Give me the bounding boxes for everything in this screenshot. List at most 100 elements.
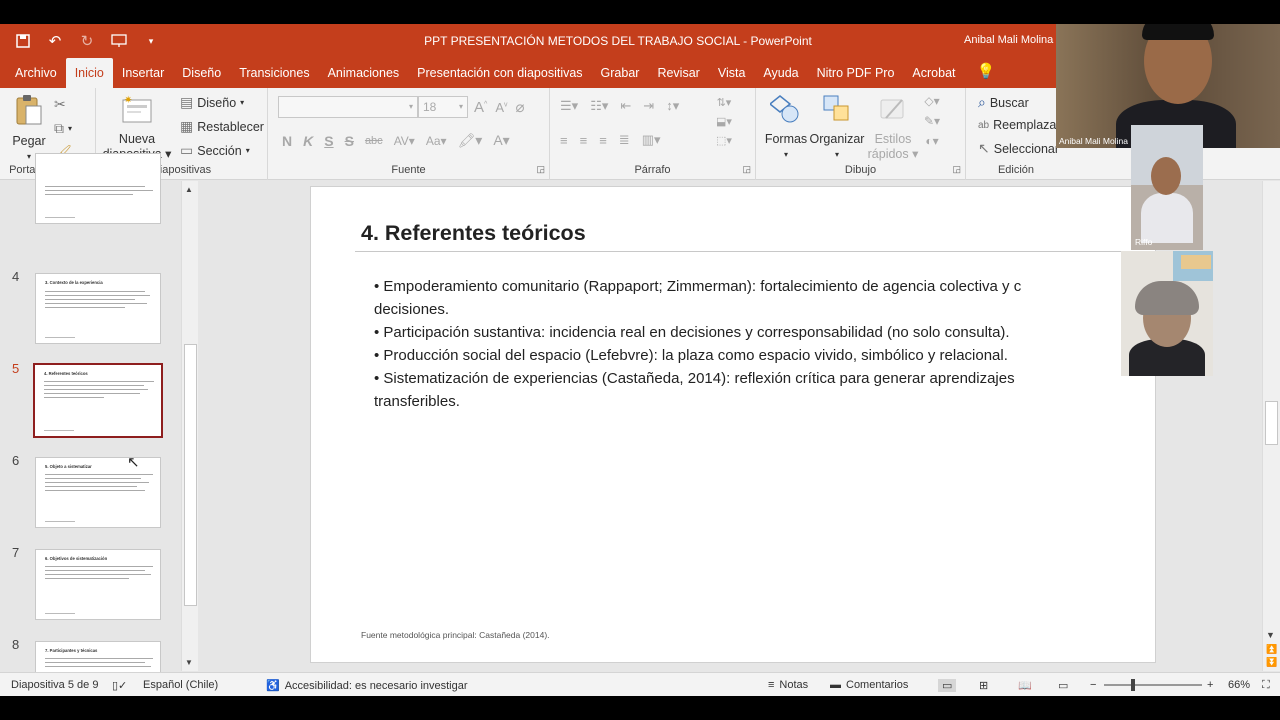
account-name[interactable]: Anibal Mali Molina xyxy=(964,34,1053,46)
comments-button[interactable]: ▬ Comentarios xyxy=(830,679,908,691)
find-button[interactable]: ⌕ Buscar xyxy=(978,94,1029,111)
slide-thumbnail-4[interactable]: 3. Contexto de la experiencia xyxy=(35,273,161,344)
spellcheck-icon[interactable]: ▯✓ xyxy=(112,679,127,692)
current-slide[interactable]: 4. Referentes teóricos • Empoderamiento … xyxy=(310,186,1156,663)
edicion-label: Edición xyxy=(997,164,1035,176)
slide-body-text[interactable]: • Empoderamiento comunitario (Rappaport;… xyxy=(374,275,1155,413)
slide-thumbnail-5-selected[interactable]: 4. Referentes teóricos xyxy=(33,363,163,438)
reset-button[interactable]: ▦ Restablecer xyxy=(180,118,264,135)
smartart-icon[interactable]: ⬚▾ xyxy=(716,134,732,147)
columns-icon[interactable]: ▥▾ xyxy=(642,132,661,148)
tab-archivo[interactable]: Archivo xyxy=(6,58,66,88)
shape-outline-icon[interactable]: ✎▾ xyxy=(924,114,940,128)
bold-icon[interactable]: N xyxy=(282,133,292,149)
section-button[interactable]: ▭ Sección ▾ xyxy=(180,142,250,159)
increase-indent-icon[interactable]: ⇥ xyxy=(643,98,654,114)
thumbnail-scrollbar[interactable]: ▲ ▼ xyxy=(181,181,198,671)
new-slide-button[interactable]: ✷ Nueva diapositiva ▾ xyxy=(102,94,172,162)
slide-thumbnail-7[interactable]: 6. Objetivos de sistematización xyxy=(35,549,161,620)
arrange-button[interactable]: Organizar ▾ xyxy=(808,94,866,162)
lightbulb-icon[interactable]: 💡 xyxy=(965,58,996,88)
scroll-up-icon[interactable]: ▲ xyxy=(185,185,193,194)
tab-nitro[interactable]: Nitro PDF Pro xyxy=(808,58,904,88)
previous-slide-icon[interactable]: ⏫ xyxy=(1266,644,1277,655)
zoom-level[interactable]: 66% xyxy=(1228,679,1250,691)
cut-icon[interactable]: ✂ xyxy=(54,96,66,113)
group-edicion: ⌕ Buscar ab Reemplazar ↖ Seleccionar Edició… xyxy=(966,88,1066,180)
parrafo-launcher-icon[interactable]: ◲ xyxy=(742,164,751,175)
numbering-icon[interactable]: ☷▾ xyxy=(590,98,608,114)
tab-revisar[interactable]: Revisar xyxy=(648,58,708,88)
bullets-icon[interactable]: ☰▾ xyxy=(560,98,578,114)
normal-view-icon[interactable]: ▭ xyxy=(938,679,957,692)
clear-format-icon[interactable]: ⌀ xyxy=(515,98,524,116)
new-slide-icon: ✷ xyxy=(102,94,172,128)
justify-icon[interactable]: ≣ xyxy=(619,132,630,148)
slide-sorter-icon[interactable]: ⊞ xyxy=(979,679,988,692)
align-text-icon[interactable]: ⬓▾ xyxy=(716,115,732,128)
font-size-input[interactable]: 18 ▾ xyxy=(418,96,468,118)
scroll-down-icon[interactable]: ▼ xyxy=(1266,630,1275,640)
slide-thumbnail-3[interactable] xyxy=(35,153,161,224)
tab-ayuda[interactable]: Ayuda xyxy=(754,58,807,88)
slide-thumbnail-6[interactable]: 5. Objeto a sistematizar xyxy=(35,457,161,528)
strikethrough-icon[interactable]: abc xyxy=(365,135,383,147)
next-slide-icon[interactable]: ⏬ xyxy=(1266,657,1277,668)
parrafo-label: Párrafo xyxy=(634,164,671,176)
zoom-in-icon[interactable]: + xyxy=(1207,679,1213,691)
fuente-launcher-icon[interactable]: ◲ xyxy=(536,164,545,175)
clipboard-icon xyxy=(8,94,50,130)
highlight-icon[interactable]: 🖍▾ xyxy=(458,132,483,149)
font-name-input[interactable]: ▾ xyxy=(278,96,418,118)
shape-effects-icon[interactable]: ◐▾ xyxy=(925,134,938,148)
tab-transiciones[interactable]: Transiciones xyxy=(230,58,318,88)
slide-number: 8 xyxy=(12,637,20,652)
tab-inicio[interactable]: Inicio xyxy=(65,58,113,88)
mouse-cursor-icon: ↖ xyxy=(127,454,140,471)
layout-button[interactable]: ▤ Diseño ▾ xyxy=(180,94,244,111)
decrease-indent-icon[interactable]: ⇤ xyxy=(620,98,631,114)
scroll-thumb[interactable] xyxy=(184,344,197,606)
notes-button[interactable]: ≡ Notas xyxy=(768,679,808,691)
line-spacing-icon[interactable]: ↕▾ xyxy=(666,98,679,114)
language-status[interactable]: Español (Chile) xyxy=(143,679,218,691)
font-color-icon[interactable]: A▾ xyxy=(493,132,509,149)
tab-animaciones[interactable]: Animaciones xyxy=(319,58,409,88)
copy-icon[interactable]: ⧉ ▾ xyxy=(54,120,72,137)
shrink-font-icon[interactable]: Av xyxy=(495,100,507,115)
align-right-icon[interactable]: ≡ xyxy=(599,133,607,148)
tab-grabar[interactable]: Grabar xyxy=(592,58,649,88)
align-center-icon[interactable]: ≡ xyxy=(580,133,588,148)
tab-insertar[interactable]: Insertar xyxy=(113,58,173,88)
font-size-controls: A^ Av ⌀ xyxy=(474,98,525,117)
replace-button[interactable]: ab Reemplazar xyxy=(978,118,1061,132)
quick-styles-button[interactable]: Estilos rápidos ▾ xyxy=(866,94,920,162)
bullet-line: • Sistematización de experiencias (Casta… xyxy=(374,370,1015,387)
grow-font-icon[interactable]: A^ xyxy=(474,99,487,116)
slide-scrollbar[interactable]: ▼ ⏫ ⏬ xyxy=(1262,181,1280,671)
change-case-icon[interactable]: Aa▾ xyxy=(426,134,447,148)
slide-scroll-thumb[interactable] xyxy=(1265,401,1278,445)
shadow-icon[interactable]: S xyxy=(345,133,354,149)
shape-fill-icon[interactable]: ◇▾ xyxy=(924,94,939,108)
select-button[interactable]: ↖ Seleccionar xyxy=(978,140,1059,157)
slide-footer-source[interactable]: Fuente metodológica principal: Castañeda… xyxy=(361,630,550,640)
reading-view-icon[interactable]: 📖 xyxy=(1018,679,1032,692)
scroll-down-icon[interactable]: ▼ xyxy=(185,658,193,667)
shapes-button[interactable]: Formas ▾ xyxy=(762,94,810,162)
text-direction-icon[interactable]: ⇅▾ xyxy=(717,96,732,109)
tab-vista[interactable]: Vista xyxy=(709,58,755,88)
underline-icon[interactable]: S xyxy=(324,133,333,149)
accessibility-status[interactable]: ♿ Accesibilidad: es necesario investigar xyxy=(266,679,468,693)
slide-title[interactable]: 4. Referentes teóricos xyxy=(361,221,586,246)
group-parrafo: ☰▾ ☷▾ ⇤ ⇥ ↕▾ ≡ ≡ ≡ ≣ ▥▾ ⇅▾ ⬓▾ ⬚▾ Párrafo… xyxy=(550,88,756,180)
char-spacing-icon[interactable]: AV▾ xyxy=(394,134,415,148)
video-tile-nataly xyxy=(1121,251,1213,376)
italic-icon[interactable]: K xyxy=(303,133,313,149)
tab-presentacion[interactable]: Presentación con diapositivas xyxy=(408,58,591,88)
fit-to-window-icon[interactable]: ⛶ xyxy=(1262,679,1270,692)
tab-acrobat[interactable]: Acrobat xyxy=(903,58,964,88)
tab-diseno[interactable]: Diseño xyxy=(173,58,230,88)
dibujo-launcher-icon[interactable]: ◲ xyxy=(952,164,961,175)
align-left-icon[interactable]: ≡ xyxy=(560,133,568,148)
